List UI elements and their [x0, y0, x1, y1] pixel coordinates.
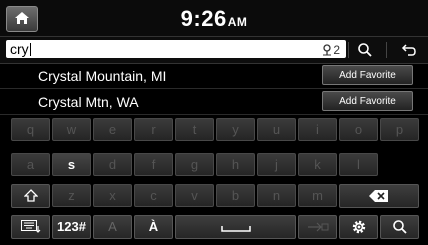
search-icon	[392, 220, 407, 234]
divider	[348, 42, 349, 58]
key-b[interactable]: b	[216, 184, 255, 207]
back-arrow-icon	[401, 44, 416, 56]
list-item[interactable]: Crystal Mtn, WA Add Favorite	[0, 90, 428, 115]
shift-icon	[22, 189, 39, 202]
key-m[interactable]: m	[298, 184, 337, 207]
divider	[386, 42, 387, 58]
key-h[interactable]: h	[216, 153, 255, 176]
enter-arrow-icon	[307, 222, 328, 232]
voice-input-indicator: 2	[321, 41, 340, 59]
clock-ampm: AM	[227, 15, 248, 29]
search-query: cry	[10, 41, 29, 57]
numbers-key[interactable]: 123#	[52, 215, 91, 239]
key-y[interactable]: y	[216, 118, 255, 141]
on-screen-keyboard: q w e r t y u i o p a s d f g h j k l z …	[0, 116, 428, 245]
result-name: Crystal Mountain, MI	[38, 68, 167, 84]
gear-icon	[352, 220, 365, 234]
key-t[interactable]: t	[175, 118, 214, 141]
accent-key[interactable]: À	[134, 215, 173, 239]
top-bar: 9:26AM	[0, 0, 428, 36]
backspace-key[interactable]	[339, 184, 419, 208]
back-button[interactable]	[394, 40, 424, 60]
key-v[interactable]: v	[175, 184, 214, 207]
key-c[interactable]: c	[134, 184, 173, 207]
key-g[interactable]: g	[175, 153, 214, 176]
key-s[interactable]: s	[52, 153, 91, 176]
clock-time: 9:26	[180, 6, 227, 31]
key-w[interactable]: w	[52, 118, 91, 141]
add-favorite-button[interactable]: Add Favorite	[322, 65, 413, 85]
keyboard-settings-key[interactable]	[11, 215, 50, 239]
shift-key[interactable]	[11, 184, 50, 208]
text-cursor	[29, 43, 31, 56]
key-d[interactable]: d	[93, 153, 132, 176]
enter-key[interactable]	[298, 215, 337, 239]
space-icon	[220, 226, 251, 232]
settings-key[interactable]	[339, 215, 378, 239]
search-button[interactable]	[350, 40, 380, 60]
clock: 9:26AM	[0, 6, 428, 32]
search-key[interactable]	[380, 215, 419, 239]
search-icon	[358, 43, 372, 57]
key-u[interactable]: u	[257, 118, 296, 141]
add-favorite-button[interactable]: Add Favorite	[322, 91, 413, 111]
search-row: cry 2	[0, 36, 428, 64]
key-j[interactable]: j	[257, 153, 296, 176]
location-pin-icon	[323, 44, 332, 56]
key-a[interactable]: a	[11, 153, 50, 176]
key-q[interactable]: q	[11, 118, 50, 141]
key-z[interactable]: z	[52, 184, 91, 207]
case-key[interactable]: A	[93, 215, 132, 239]
keyboard-icon	[20, 220, 40, 233]
key-o[interactable]: o	[339, 118, 378, 141]
key-i[interactable]: i	[298, 118, 337, 141]
key-k[interactable]: k	[298, 153, 337, 176]
key-r[interactable]: r	[134, 118, 173, 141]
key-f[interactable]: f	[134, 153, 173, 176]
search-input[interactable]: cry 2	[6, 40, 346, 58]
list-item[interactable]: Crystal Mountain, MI Add Favorite	[0, 64, 428, 89]
key-e[interactable]: e	[93, 118, 132, 141]
voice-badge-count: 2	[333, 43, 340, 57]
key-x[interactable]: x	[93, 184, 132, 207]
key-n[interactable]: n	[257, 184, 296, 207]
key-l[interactable]: l	[339, 153, 378, 176]
space-key[interactable]	[175, 215, 296, 239]
key-p[interactable]: p	[380, 118, 419, 141]
result-name: Crystal Mtn, WA	[38, 94, 139, 110]
backspace-icon	[369, 190, 388, 202]
